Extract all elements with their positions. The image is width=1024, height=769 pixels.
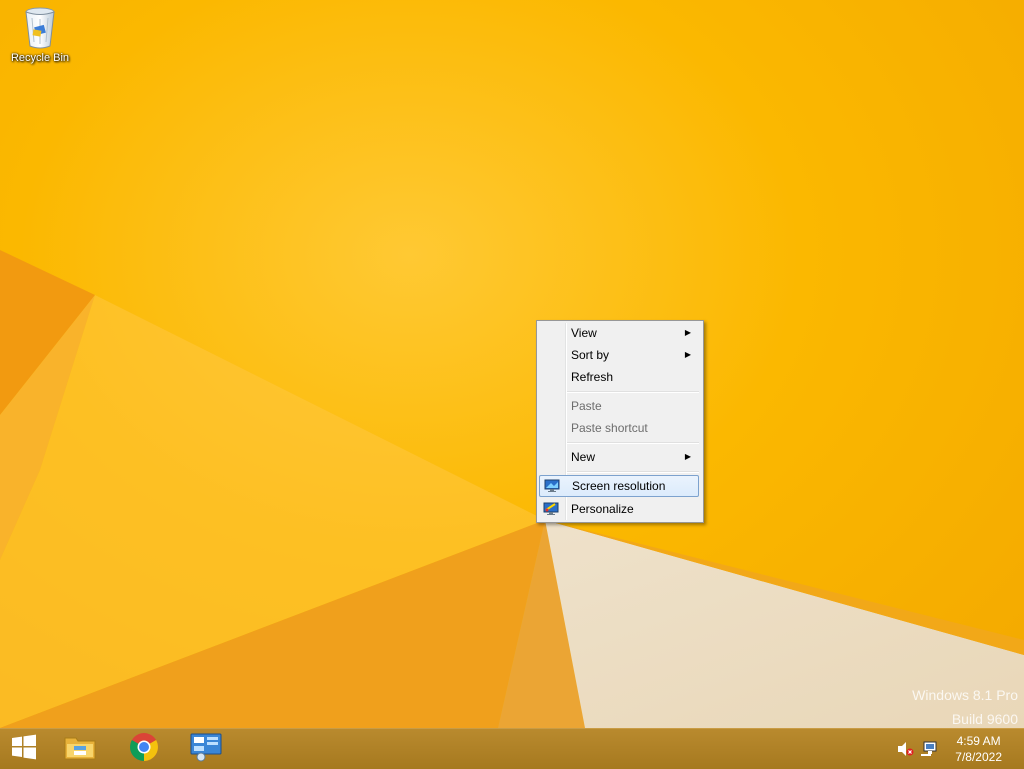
menu-item-label: View <box>571 326 597 340</box>
personalize-icon <box>543 501 559 515</box>
desktop-icon-label: Recycle Bin <box>10 52 70 64</box>
volume-muted-icon[interactable] <box>896 741 914 757</box>
menu-separator <box>567 391 699 393</box>
taskbar-file-explorer[interactable] <box>52 729 108 769</box>
menu-item-label: New <box>571 450 596 464</box>
start-button[interactable] <box>0 729 48 769</box>
submenu-arrow-icon: ▶ <box>684 350 691 359</box>
desktop-background[interactable]: Recycle Bin Windows 8.1 Pro Build 9600 V… <box>0 0 1024 728</box>
watermark-build: Build 9600 <box>951 711 1018 727</box>
menu-item-personalize[interactable]: Personalize <box>539 498 699 520</box>
menu-item-view[interactable]: View ▶ <box>539 322 699 344</box>
submenu-arrow-icon: ▶ <box>684 328 691 337</box>
control-panel-icon <box>190 732 222 766</box>
menu-separator <box>567 442 699 444</box>
menu-item-paste: Paste <box>539 395 699 417</box>
watermark-edition: Windows 8.1 Pro <box>912 687 1018 703</box>
clock-date: 7/8/2022 <box>955 750 1002 764</box>
taskbar-control-panel[interactable] <box>178 729 234 769</box>
desktop-icon-recycle-bin[interactable]: Recycle Bin <box>6 6 74 64</box>
network-icon[interactable] <box>920 741 938 757</box>
menu-item-refresh[interactable]: Refresh <box>539 366 699 388</box>
taskbar-chrome[interactable] <box>116 729 172 769</box>
menu-item-screen-resolution[interactable]: Screen resolution <box>539 475 699 497</box>
menu-item-label: Personalize <box>571 502 634 516</box>
menu-item-new[interactable]: New ▶ <box>539 446 699 468</box>
os-watermark: Windows 8.1 Pro Build 9600 <box>912 683 1018 728</box>
menu-item-sort-by[interactable]: Sort by ▶ <box>539 344 699 366</box>
menu-item-label: Refresh <box>571 370 614 384</box>
menu-item-label: Screen resolution <box>572 479 666 493</box>
menu-item-label: Sort by <box>571 348 610 362</box>
chrome-icon <box>129 732 159 766</box>
taskbar: 4:59 AM 7/8/2022 <box>0 728 1024 769</box>
clock-time: 4:59 AM <box>956 734 1001 748</box>
display-icon <box>544 479 560 493</box>
system-clock[interactable]: 4:59 AM 7/8/2022 <box>955 733 1002 765</box>
submenu-arrow-icon: ▶ <box>684 452 691 461</box>
menu-item-label: Paste <box>571 399 602 413</box>
windows-logo-icon <box>11 734 37 764</box>
recycle-bin-icon <box>22 6 58 50</box>
file-explorer-icon <box>64 733 96 765</box>
desktop-context-menu: View ▶ Sort by ▶ Refresh Paste Paste sho… <box>536 320 704 523</box>
menu-separator <box>567 471 699 473</box>
menu-item-label: Paste shortcut <box>571 421 648 435</box>
menu-item-paste-shortcut: Paste shortcut <box>539 417 699 439</box>
